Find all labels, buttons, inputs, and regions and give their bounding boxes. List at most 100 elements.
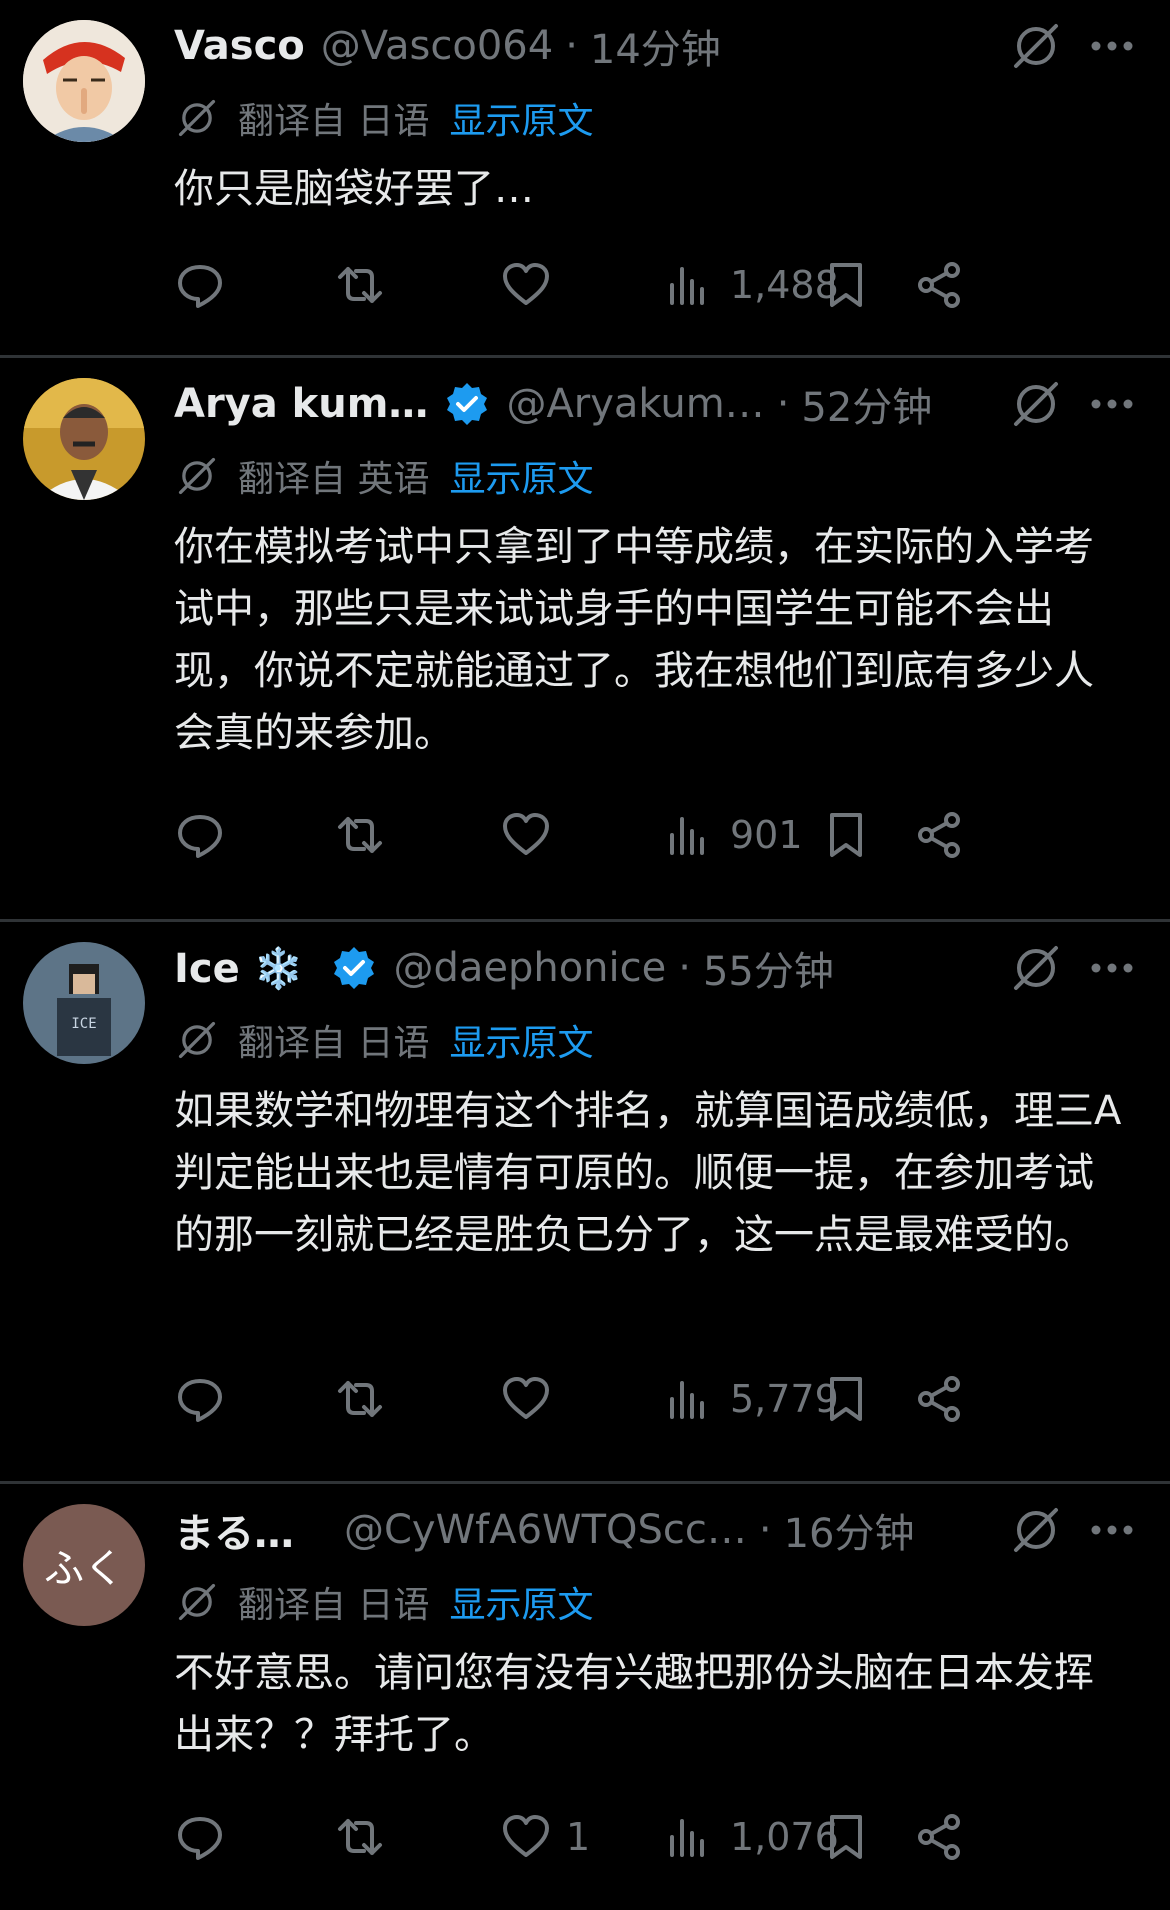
more-icon[interactable] <box>1084 946 1140 990</box>
retweet-icon <box>338 1381 382 1417</box>
like-button[interactable] <box>500 1364 566 1434</box>
reply-icon <box>178 1379 222 1422</box>
translated-from-label: 翻译自 日语 <box>238 1585 430 1626</box>
translated-from-label: 翻译自 英语 <box>238 459 430 500</box>
share-button[interactable] <box>914 800 966 870</box>
post-header: まる… @CyWfA6WTQScc… · 16分钟 <box>174 1501 1150 1559</box>
more-icon[interactable] <box>1084 382 1140 426</box>
post-text: 不好意思。请问您有没有兴趣把那份头脑在日本发挥出来？？拜托了。 <box>174 1650 1094 1758</box>
views-button[interactable]: 5,779 <box>664 1364 839 1434</box>
views-button[interactable]: 1,488 <box>664 250 839 320</box>
user-handle[interactable]: @daephonice <box>393 945 666 991</box>
avatar-label: ICE <box>71 1016 96 1032</box>
translated-from-label: 翻译自 日语 <box>238 1023 430 1064</box>
grok-icon[interactable] <box>1008 1502 1064 1558</box>
post-time[interactable]: 55分钟 <box>703 939 834 997</box>
post-header: Ice ❄️ @daephonice · 55分钟 <box>174 939 1150 997</box>
views-icon <box>670 267 704 305</box>
views-button[interactable]: 1,076 <box>664 1802 839 1872</box>
post-text: 你只是脑袋好罢了… <box>174 166 534 212</box>
post-time[interactable]: 16分钟 <box>784 1501 915 1559</box>
show-original-link[interactable]: 显示原文 <box>449 1576 593 1628</box>
display-name[interactable]: まる… <box>174 1501 294 1559</box>
avatar-label: ふく <box>44 1546 124 1592</box>
reply-post[interactable]: Arya kum… @Aryakum… · 52分钟 翻译自 英语 显示原文 你… <box>0 358 1170 922</box>
translation-bar: 翻译自 日语 显示原文 <box>174 92 593 144</box>
avatar-image-icon: ICE <box>23 942 145 1064</box>
views-button[interactable]: 901 <box>664 800 803 870</box>
avatar[interactable] <box>23 20 145 142</box>
reply-icon <box>178 815 222 858</box>
post-time[interactable]: 52分钟 <box>801 375 932 433</box>
translate-icon <box>178 457 216 495</box>
bookmark-button[interactable] <box>820 800 872 870</box>
reply-button[interactable] <box>174 1802 226 1872</box>
retweet-icon <box>338 817 382 853</box>
post-header: Vasco @Vasco064 · 14分钟 <box>174 17 1150 75</box>
like-button[interactable]: 1 <box>500 1802 590 1872</box>
display-name[interactable]: Arya kum… <box>174 381 428 427</box>
display-name[interactable]: Vasco <box>174 23 305 69</box>
separator-dot: · <box>758 1507 772 1553</box>
share-button[interactable] <box>914 1364 966 1434</box>
like-icon <box>503 263 549 305</box>
post-header: Arya kum… @Aryakum… · 52分钟 <box>174 375 1150 433</box>
like-button[interactable] <box>500 250 566 320</box>
share-button[interactable] <box>914 1802 966 1872</box>
avatar[interactable]: ICE <box>23 942 145 1064</box>
retweet-button[interactable] <box>334 250 386 320</box>
bookmark-icon <box>830 263 862 307</box>
bookmark-icon <box>830 1377 862 1421</box>
like-icon <box>503 1377 549 1419</box>
bookmark-icon <box>830 1815 862 1859</box>
show-original-link[interactable]: 显示原文 <box>449 92 593 144</box>
reply-button[interactable] <box>174 250 226 320</box>
avatar[interactable] <box>23 378 145 500</box>
avatar[interactable]: ふく <box>23 1504 145 1626</box>
avatar-image-icon <box>23 378 145 500</box>
bookmark-button[interactable] <box>820 250 872 320</box>
bookmark-button[interactable] <box>820 1802 872 1872</box>
more-icon[interactable] <box>1084 24 1140 68</box>
retweet-button[interactable] <box>334 1802 386 1872</box>
share-icon <box>918 812 960 858</box>
translation-bar: 翻译自 日语 显示原文 <box>174 1576 593 1628</box>
grok-icon[interactable] <box>1008 940 1064 996</box>
reply-post[interactable]: ふく まる… @CyWfA6WTQScc… · 16分钟 翻译自 日语 显示原文… <box>0 1484 1170 1910</box>
user-handle[interactable]: @Aryakum… <box>506 381 764 427</box>
show-original-link[interactable]: 显示原文 <box>449 1014 593 1066</box>
grok-icon[interactable] <box>1008 18 1064 74</box>
like-button[interactable] <box>500 800 566 870</box>
like-icon <box>503 1815 549 1857</box>
retweet-button[interactable] <box>334 800 386 870</box>
share-button[interactable] <box>914 250 966 320</box>
post-time[interactable]: 14分钟 <box>590 17 721 75</box>
share-icon <box>918 262 960 308</box>
reply-button[interactable] <box>174 1364 226 1434</box>
reply-button[interactable] <box>174 800 226 870</box>
reply-icon <box>178 265 222 308</box>
reply-post[interactable]: Vasco @Vasco064 · 14分钟 翻译自 日语 显示原文 你只是脑袋… <box>0 0 1170 358</box>
grok-icon[interactable] <box>1008 376 1064 432</box>
translated-from-label: 翻译自 日语 <box>238 101 430 142</box>
retweet-icon <box>338 267 382 303</box>
display-name[interactable]: Ice ❄️ <box>174 945 303 992</box>
user-handle[interactable]: @Vasco064 <box>321 23 553 69</box>
action-bar: 1 1,076 <box>174 1802 1150 1872</box>
action-bar: 1,488 <box>174 250 1150 320</box>
separator-dot: · <box>565 23 578 69</box>
views-icon <box>670 1819 704 1857</box>
avatar-image-icon <box>23 20 145 142</box>
retweet-button[interactable] <box>334 1364 386 1434</box>
views-icon <box>670 817 704 855</box>
bookmark-button[interactable] <box>820 1364 872 1434</box>
translation-bar: 翻译自 日语 显示原文 <box>174 1014 593 1066</box>
like-icon <box>503 813 549 855</box>
action-bar: 5,779 <box>174 1364 1150 1434</box>
user-handle[interactable]: @CyWfA6WTQScc… <box>344 1507 747 1553</box>
more-icon[interactable] <box>1084 1508 1140 1552</box>
reply-post[interactable]: ICE Ice ❄️ @daephonice · 55分钟 翻译自 日语 显示原… <box>0 922 1170 1484</box>
show-original-link[interactable]: 显示原文 <box>449 450 593 502</box>
verified-badge-icon[interactable] <box>331 945 377 991</box>
verified-badge-icon[interactable] <box>444 381 490 427</box>
